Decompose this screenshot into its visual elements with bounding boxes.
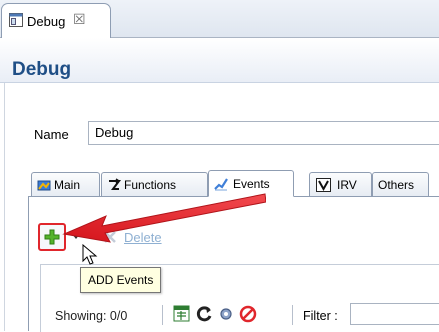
tab-others-label: Others (378, 178, 415, 192)
showing-count: Showing: 0/0 (55, 309, 128, 323)
settings-icon[interactable] (216, 304, 236, 324)
irv-tab-icon (316, 178, 331, 192)
toolbar-separator (292, 305, 293, 325)
debug-view-icon (9, 13, 23, 27)
export-icon[interactable] (172, 304, 192, 324)
main-tab-icon (37, 180, 51, 191)
green-plus-icon (44, 229, 60, 245)
tab-irv-label: IRV (337, 178, 357, 192)
refresh-icon[interactable] (194, 304, 214, 324)
tab-irv[interactable]: IRV (309, 172, 372, 196)
mouse-cursor-icon (82, 244, 98, 265)
form-border (4, 83, 5, 331)
events-tab-icon (214, 178, 228, 191)
filter-input[interactable] (350, 303, 439, 325)
close-icon[interactable]: ☒ (73, 11, 86, 28)
filter-label: Filter : (303, 309, 338, 323)
add-events-tooltip: ADD Events (80, 267, 162, 293)
form-header: Debug (0, 38, 439, 83)
tab-others[interactable]: Others (372, 172, 429, 196)
page-title: Debug (12, 59, 72, 80)
tab-events-label: Events (233, 177, 270, 191)
toolbar-separator (162, 305, 163, 325)
view-tab-debug[interactable]: Debug ☒ (1, 3, 111, 38)
name-label: Name (34, 127, 69, 142)
view-tab-label: Debug (27, 14, 66, 29)
name-input[interactable]: Debug (88, 121, 439, 145)
annotation-arrow (62, 193, 266, 243)
clear-icon[interactable] (238, 304, 258, 324)
